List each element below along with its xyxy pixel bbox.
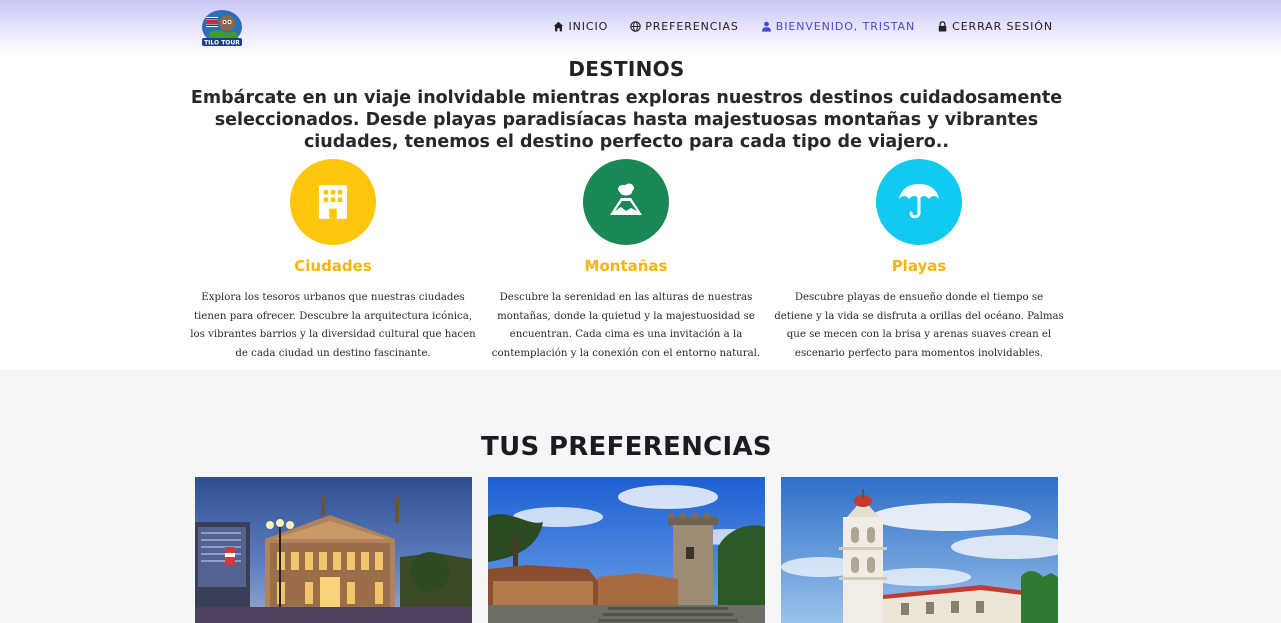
nav-inicio-label: INICIO <box>568 20 609 33</box>
destinos-intro: Embárcate en un viaje inolvidable mientr… <box>190 88 1063 152</box>
card-playas: Playas Descubre playas de ensueño donde … <box>774 159 1064 363</box>
building-icon <box>318 185 348 219</box>
card-montanas-text: Descubre la serenidad en las alturas de … <box>491 292 761 359</box>
nav-menu: INICIO PREFERENCIAS BIENVENIDO, TRISTAN … <box>553 20 1053 33</box>
preferencias-section: TUS PREFERENCIAS <box>0 370 1281 623</box>
card-ciudades: Ciudades Explora los tesoros urbanos que… <box>188 159 478 363</box>
nav-preferencias-label: PREFERENCIAS <box>645 20 739 33</box>
card-playas-text: Descubre playas de ensueño donde el tiem… <box>774 292 1064 359</box>
card-montanas: Montañas Descubre la serenidad en las al… <box>481 159 771 363</box>
nav-logout[interactable]: CERRAR SESIÓN <box>937 20 1053 33</box>
card-montanas-title: Montañas <box>584 257 668 275</box>
navbar: TILO TOUR INICIO PREFERENCIAS BIENVENIDO… <box>0 0 1281 56</box>
user-icon <box>761 21 771 32</box>
nav-preferencias[interactable]: PREFERENCIAS <box>630 20 739 33</box>
nav-user-label: BIENVENIDO, TRISTAN <box>775 20 916 33</box>
preference-photo-theatre[interactable] <box>195 477 472 623</box>
nav-logout-label: CERRAR SESIÓN <box>952 20 1053 33</box>
destinos-title: DESTINOS <box>568 57 685 81</box>
tilo-tour-logo[interactable]: TILO TOUR <box>198 7 246 51</box>
card-montanas-badge <box>583 159 669 245</box>
lock-icon <box>938 21 947 32</box>
card-ciudades-badge <box>290 159 376 245</box>
card-playas-title: Playas <box>891 257 947 275</box>
globe-icon <box>630 21 641 32</box>
card-ciudades-title: Ciudades <box>294 257 372 275</box>
umbrella-icon <box>899 184 939 219</box>
card-playas-badge <box>876 159 962 245</box>
card-ciudades-text: Explora los tesoros urbanos que nuestras… <box>190 292 476 359</box>
preference-photo-tower[interactable] <box>488 477 765 623</box>
volcano-icon <box>610 183 642 215</box>
logo-text: TILO TOUR <box>204 40 240 47</box>
preferencias-title: TUS PREFERENCIAS <box>481 432 772 462</box>
nav-inicio[interactable]: INICIO <box>553 20 608 33</box>
home-icon <box>554 21 564 32</box>
nav-user-welcome[interactable]: BIENVENIDO, TRISTAN <box>761 20 915 33</box>
preference-photo-church[interactable] <box>781 477 1058 623</box>
